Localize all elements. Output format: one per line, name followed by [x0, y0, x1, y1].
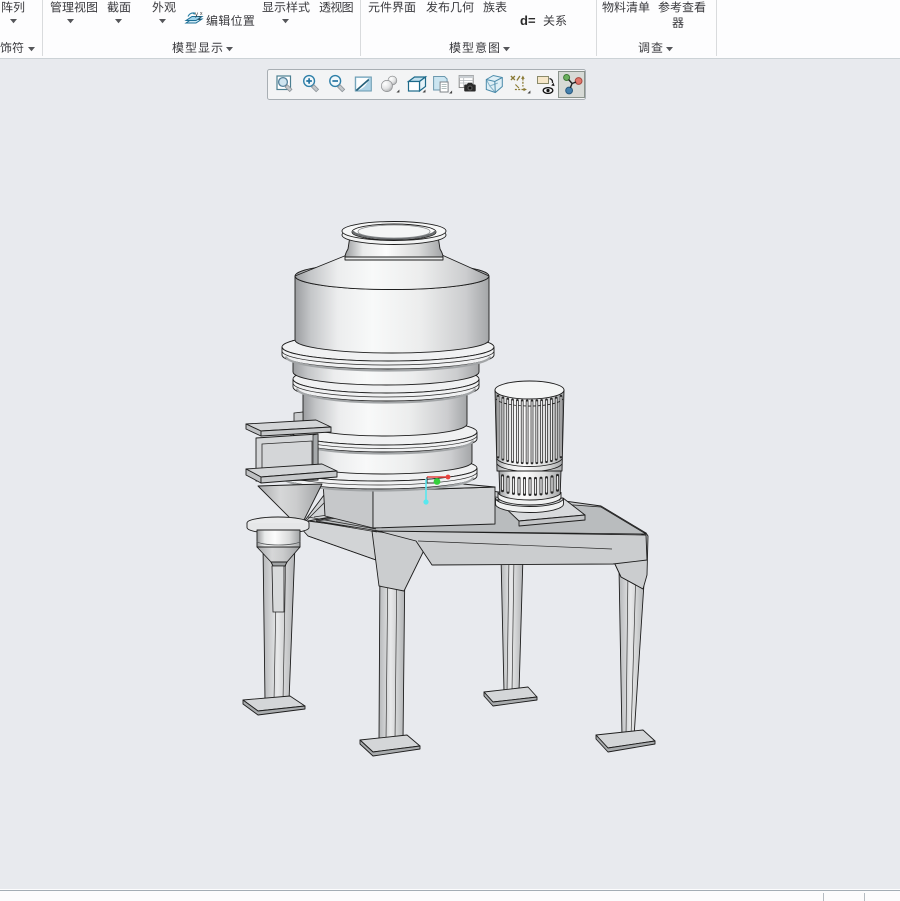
svg-text:d=: d= — [520, 13, 536, 28]
